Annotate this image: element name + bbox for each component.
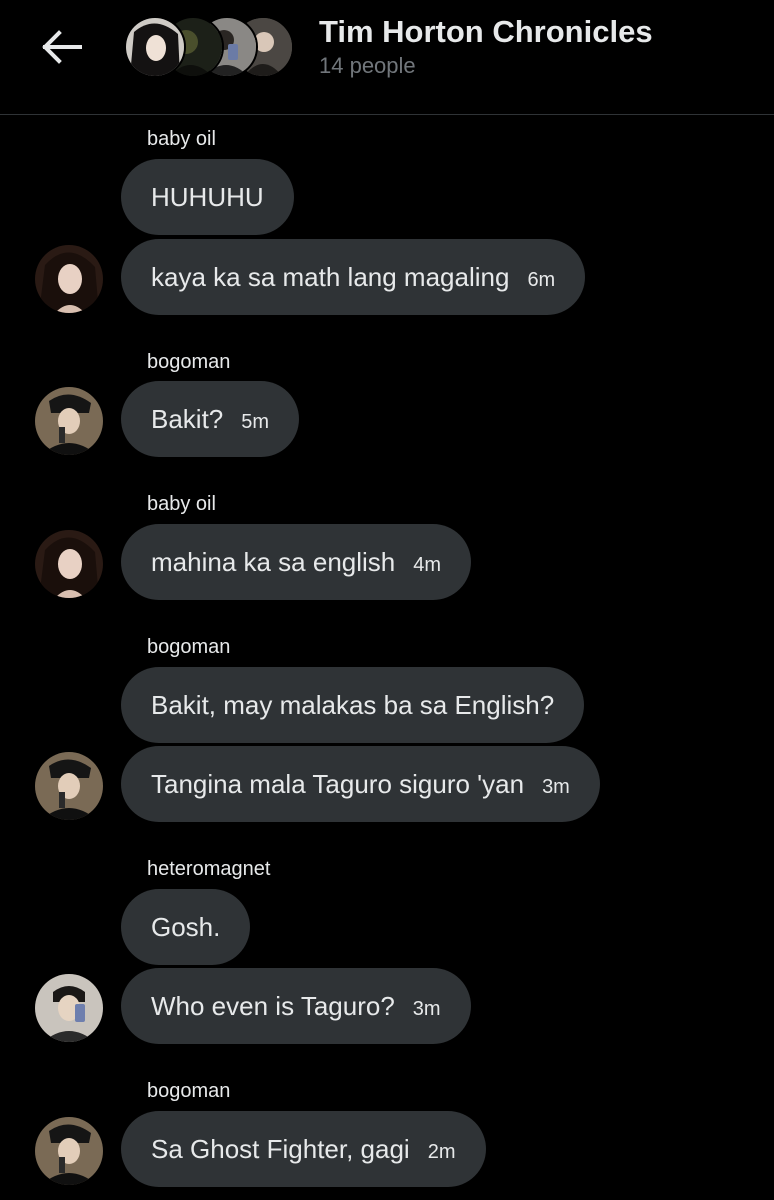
message-bubble[interactable]: Tangina mala Taguro siguro 'yan 3m: [121, 746, 600, 822]
sender-name: baby oil: [147, 128, 216, 150]
sender-name: bogoman: [147, 636, 231, 658]
message-timestamp: 2m: [427, 1140, 456, 1163]
sender-name: bogoman: [147, 351, 231, 373]
message-text: Tangina mala Taguro siguro 'yan: [151, 768, 525, 799]
message-bubble[interactable]: HUHUHU: [121, 159, 294, 235]
back-arrow-icon: [42, 30, 82, 64]
group-member-avatar: [124, 16, 186, 78]
message-text: Gosh.: [151, 911, 221, 942]
avatar-heteromagnet[interactable]: [35, 974, 103, 1042]
avatar-bogoman[interactable]: [35, 752, 103, 820]
message-bubble[interactable]: Bakit, may malakas ba sa English?: [121, 667, 585, 743]
avatar-bogoman[interactable]: [35, 1117, 103, 1185]
message-bubble[interactable]: mahina ka sa english 4m: [121, 524, 472, 600]
message-text: Sa Ghost Fighter, gagi: [151, 1133, 410, 1164]
back-button[interactable]: [36, 24, 86, 70]
message-text: Bakit?: [151, 403, 224, 434]
dm-conversation-screen: Tim Horton Chronicles 14 people baby oil…: [0, 0, 774, 1200]
message-bubble[interactable]: kaya ka sa math lang magaling 6m: [121, 239, 586, 315]
conversation-title[interactable]: Tim Horton Chronicles: [319, 14, 653, 50]
message-text: kaya ka sa math lang magaling: [151, 261, 510, 292]
message-bubble[interactable]: Sa Ghost Fighter, gagi 2m: [121, 1111, 486, 1187]
message-text: HUHUHU: [151, 181, 264, 212]
conversation-header: Tim Horton Chronicles 14 people: [0, 0, 774, 115]
member-count: 14 people: [319, 53, 416, 78]
message-text: Who even is Taguro?: [151, 990, 395, 1021]
message-text: mahina ka sa english: [151, 546, 396, 577]
group-avatars[interactable]: [124, 16, 294, 78]
message-timestamp: 6m: [527, 268, 556, 291]
sender-name: baby oil: [147, 493, 216, 515]
message-timestamp: 5m: [241, 410, 270, 433]
avatar-baby-oil[interactable]: [35, 530, 103, 598]
message-text: Bakit, may malakas ba sa English?: [151, 689, 555, 720]
message-timestamp: 4m: [413, 553, 442, 576]
message-timestamp: 3m: [542, 775, 570, 798]
avatar-bogoman[interactable]: [35, 387, 103, 455]
message-timestamp: 3m: [412, 997, 441, 1020]
message-bubble[interactable]: Who even is Taguro? 3m: [121, 968, 471, 1044]
sender-name: heteromagnet: [147, 858, 271, 880]
avatar-baby-oil[interactable]: [35, 245, 103, 313]
message-bubble[interactable]: Gosh.: [121, 889, 251, 965]
sender-name: bogoman: [147, 1080, 231, 1102]
message-bubble[interactable]: Bakit? 5m: [121, 381, 300, 457]
